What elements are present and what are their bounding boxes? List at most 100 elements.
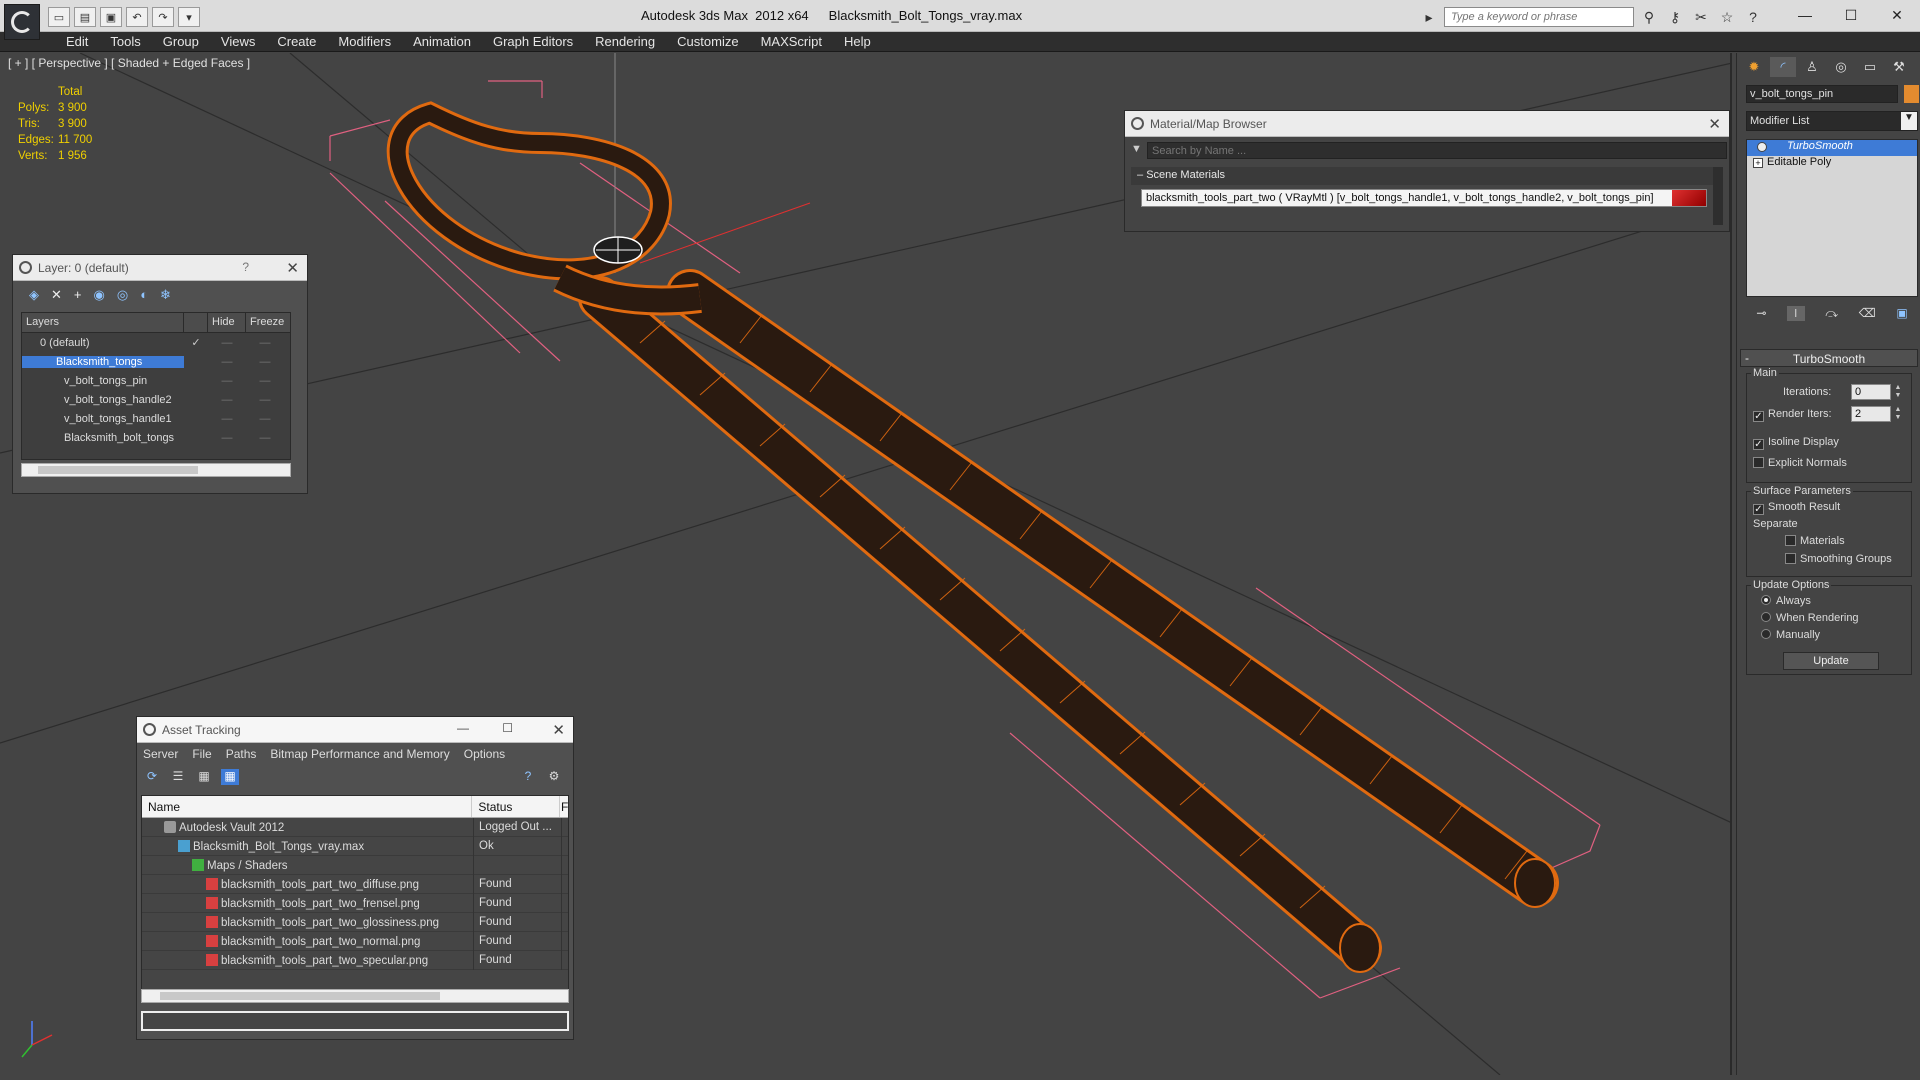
- asset-path-field[interactable]: [141, 1011, 569, 1031]
- asset-row[interactable]: Maps / Shaders: [142, 855, 568, 875]
- update-button[interactable]: Update: [1783, 652, 1879, 670]
- layer-row[interactable]: v_bolt_tongs_handle2 — —: [22, 390, 290, 409]
- show-end-result-icon[interactable]: ⏽: [1787, 305, 1805, 321]
- close-icon[interactable]: ✕: [1708, 115, 1721, 133]
- delete-layer-icon[interactable]: ✕: [51, 287, 62, 307]
- add-to-layer-icon[interactable]: +: [74, 287, 82, 307]
- freeze-toggle[interactable]: —: [246, 432, 284, 444]
- display-tab-icon[interactable]: ▭: [1857, 57, 1883, 77]
- list-view-icon[interactable]: ☰: [169, 769, 187, 785]
- new-file-icon[interactable]: ▭: [48, 7, 70, 27]
- thumbnail-view-icon[interactable]: ▦: [195, 769, 213, 785]
- menu-maxscript[interactable]: MAXScript: [750, 34, 833, 49]
- render-iters-checkbox[interactable]: ✓: [1753, 411, 1764, 422]
- open-file-icon[interactable]: ▤: [74, 7, 96, 27]
- hide-toggle[interactable]: —: [208, 413, 246, 425]
- save-file-icon[interactable]: ▣: [100, 7, 122, 27]
- configure-sets-icon[interactable]: ▣: [1896, 306, 1907, 320]
- scrollbar-thumb[interactable]: [160, 992, 440, 1000]
- key-icon[interactable]: ⚷: [1664, 7, 1686, 27]
- asset-row[interactable]: blacksmith_tools_part_two_glossiness.png…: [142, 912, 568, 932]
- stack-item-editable-poly[interactable]: + Editable Poly: [1747, 156, 1917, 172]
- asset-horizontal-scrollbar[interactable]: [141, 989, 569, 1003]
- app-logo-button[interactable]: [4, 4, 40, 40]
- menu-graph-editors[interactable]: Graph Editors: [482, 34, 584, 49]
- layer-row[interactable]: 0 (default) ✓ — —: [22, 333, 290, 352]
- filter-dropdown-icon[interactable]: ▼: [1131, 143, 1142, 155]
- hide-toggle[interactable]: —: [208, 337, 246, 349]
- maximize-button[interactable]: ☐: [1828, 0, 1874, 30]
- menu-tools[interactable]: Tools: [99, 34, 151, 49]
- highlight-layer-icon[interactable]: ◎: [117, 287, 128, 307]
- column-name[interactable]: Name: [142, 796, 473, 817]
- object-color-swatch[interactable]: [1904, 85, 1919, 103]
- always-radio[interactable]: [1761, 595, 1771, 605]
- hierarchy-tab-icon[interactable]: ♙: [1799, 57, 1825, 77]
- menu-modifiers[interactable]: Modifiers: [327, 34, 402, 49]
- asset-row[interactable]: blacksmith_tools_part_two_frensel.png Fo…: [142, 893, 568, 913]
- asset-row[interactable]: blacksmith_tools_part_two_specular.png F…: [142, 950, 568, 970]
- turbosmooth-rollout-header[interactable]: - TurboSmooth: [1740, 349, 1918, 367]
- hide-toggle[interactable]: —: [208, 394, 246, 406]
- smooth-result-checkbox[interactable]: ✓: [1753, 504, 1764, 515]
- menu-help[interactable]: Help: [833, 34, 882, 49]
- close-icon[interactable]: ✕: [286, 259, 299, 277]
- help-icon[interactable]: ?: [1742, 7, 1764, 27]
- close-icon[interactable]: ✕: [552, 721, 565, 739]
- render-iters-spinner[interactable]: [1851, 406, 1891, 422]
- asset-menu-paths[interactable]: Paths: [226, 747, 257, 761]
- manually-radio[interactable]: [1761, 629, 1771, 639]
- asset-menu-server[interactable]: Server: [143, 747, 178, 761]
- utilities-tab-icon[interactable]: ⚒: [1886, 57, 1912, 77]
- column-layers[interactable]: Layers: [22, 313, 184, 332]
- asset-row[interactable]: blacksmith_tools_part_two_diffuse.png Fo…: [142, 874, 568, 894]
- create-tab-icon[interactable]: ✹: [1741, 57, 1767, 77]
- freeze-toggle[interactable]: —: [246, 356, 284, 368]
- make-unique-icon[interactable]: ⤼: [1825, 306, 1838, 321]
- hide-toggle[interactable]: —: [208, 356, 246, 368]
- spinner-arrows-icon[interactable]: ▲ ▼: [1893, 384, 1903, 400]
- menu-animation[interactable]: Animation: [402, 34, 482, 49]
- spinner-arrows-icon[interactable]: ▲ ▼: [1893, 406, 1903, 422]
- freeze-all-icon[interactable]: ❄: [160, 287, 171, 307]
- material-browser-titlebar[interactable]: Material/Map Browser ✕: [1125, 111, 1729, 137]
- motion-tab-icon[interactable]: ◎: [1828, 57, 1854, 77]
- layer-horizontal-scrollbar[interactable]: [21, 463, 291, 477]
- modifier-list-dropdown[interactable]: Modifier List ▼: [1746, 111, 1918, 131]
- minimize-button[interactable]: —: [1782, 0, 1828, 30]
- column-full-path[interactable]: F: [560, 796, 568, 817]
- current-layer-check[interactable]: ✓: [184, 336, 208, 349]
- asset-menu-options[interactable]: Options: [464, 747, 505, 761]
- layer-row[interactable]: v_bolt_tongs_pin — —: [22, 371, 290, 390]
- favorites-star-icon[interactable]: ☆: [1716, 7, 1738, 27]
- modify-tab-icon[interactable]: ◜: [1770, 57, 1796, 77]
- hide-all-icon[interactable]: ◐: [140, 287, 148, 307]
- help-icon[interactable]: ?: [519, 769, 537, 785]
- expand-arrow-icon[interactable]: ▸: [1418, 7, 1440, 27]
- material-item[interactable]: blacksmith_tools_part_two ( VRayMtl ) [v…: [1141, 189, 1707, 207]
- asset-row[interactable]: Autodesk Vault 2012 Logged Out ...: [142, 817, 568, 837]
- tools-icon[interactable]: ✂: [1690, 7, 1712, 27]
- minimize-icon[interactable]: —: [457, 721, 469, 735]
- column-hide[interactable]: Hide: [208, 313, 246, 332]
- menu-views[interactable]: Views: [210, 34, 266, 49]
- material-scrollbar[interactable]: [1713, 167, 1723, 225]
- menu-create[interactable]: Create: [266, 34, 327, 49]
- collapse-icon[interactable]: -: [1745, 351, 1749, 365]
- scrollbar-thumb[interactable]: [38, 466, 198, 474]
- maximize-icon[interactable]: ☐: [502, 721, 513, 735]
- freeze-toggle[interactable]: —: [246, 375, 284, 387]
- pin-stack-icon[interactable]: ⊸: [1756, 306, 1766, 320]
- keyword-search-input[interactable]: [1444, 7, 1634, 27]
- object-name-input[interactable]: [1746, 85, 1898, 103]
- layer-panel-titlebar[interactable]: Layer: 0 (default) ? ✕: [13, 255, 307, 281]
- asset-menu-file[interactable]: File: [192, 747, 211, 761]
- asset-row[interactable]: blacksmith_tools_part_two_normal.png Fou…: [142, 931, 568, 951]
- column-freeze[interactable]: Freeze: [246, 313, 290, 332]
- close-button[interactable]: ✕: [1874, 0, 1920, 30]
- hide-toggle[interactable]: —: [208, 375, 246, 387]
- project-folder-icon[interactable]: ▾: [178, 7, 200, 27]
- scene-materials-group[interactable]: – Scene Materials: [1131, 167, 1715, 185]
- select-objects-icon[interactable]: ◉: [94, 287, 105, 307]
- lightbulb-icon[interactable]: [1757, 142, 1767, 152]
